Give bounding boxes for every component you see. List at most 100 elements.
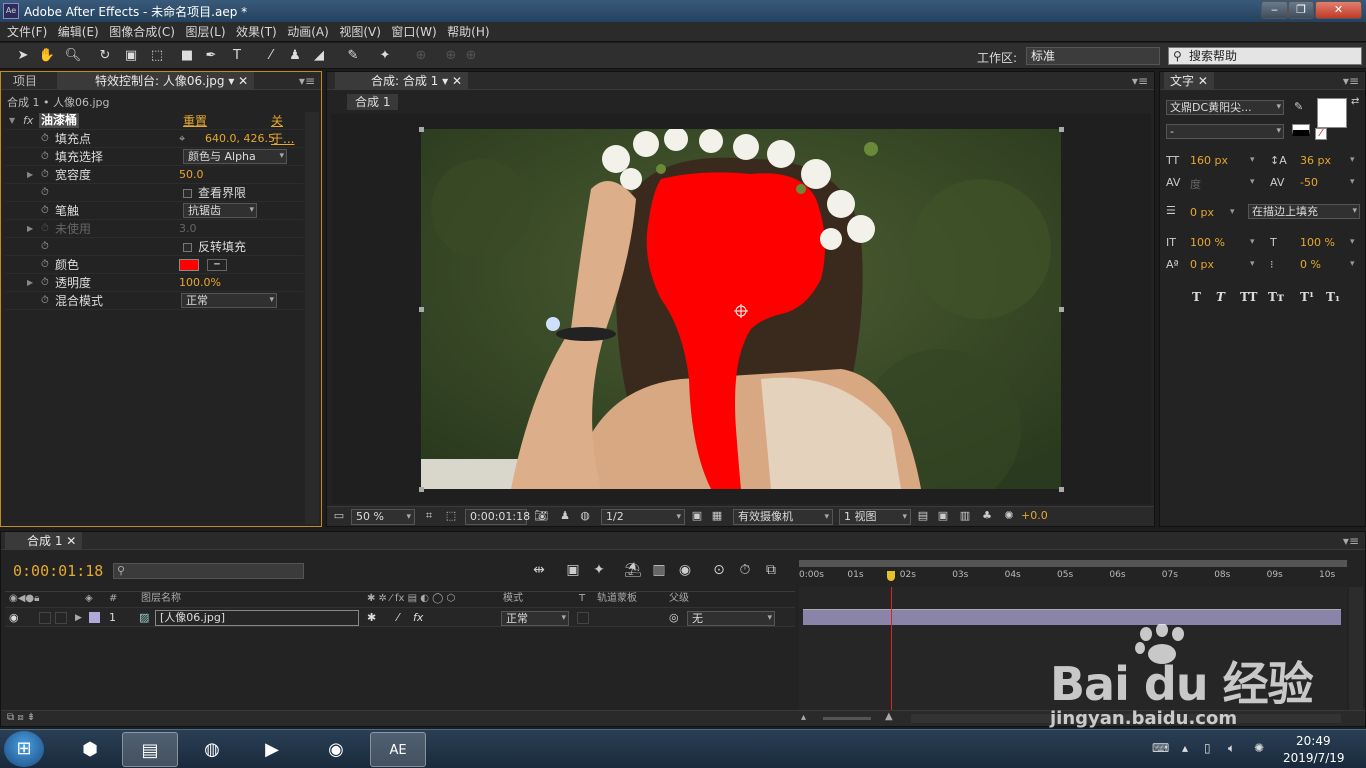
no-color-icon[interactable]: ⁄ xyxy=(1315,128,1327,140)
menu-help[interactable]: 帮助(H) xyxy=(440,22,489,42)
tracking-value[interactable]: -50 xyxy=(1300,176,1318,189)
leading-dropdown-icon[interactable]: ▾ xyxy=(1350,155,1355,165)
rotate-tool-icon[interactable]: ↻ xyxy=(96,47,114,65)
parent-column[interactable]: 父级 xyxy=(669,592,689,606)
eraser-tool-icon[interactable]: ◢ xyxy=(310,47,328,65)
network-icon[interactable]: ✺ xyxy=(1254,741,1264,755)
stroke-color-swatch[interactable] xyxy=(1292,124,1310,136)
panel-menu-icon[interactable]: ▾≡ xyxy=(1132,72,1148,90)
browser-icon[interactable]: ◉ xyxy=(308,732,364,767)
stopwatch-icon[interactable]: ⏱ xyxy=(41,130,49,148)
font-style-dropdown[interactable]: - xyxy=(1166,124,1284,139)
auto-keyframe-icon[interactable]: ⏱ xyxy=(735,560,755,580)
tray-expand-icon[interactable]: ▴ xyxy=(1182,741,1188,755)
stopwatch-icon[interactable]: ⏱ xyxy=(41,202,49,220)
audio-toggle[interactable] xyxy=(39,612,51,624)
fill-point-value[interactable]: 640.0, 426.5 xyxy=(205,130,275,148)
region-of-interest-icon[interactable]: ▣ xyxy=(689,509,705,525)
baseline-shift-value[interactable]: 0 px xyxy=(1190,258,1214,271)
transform-handle[interactable] xyxy=(1059,307,1064,312)
fill-color-swatch[interactable] xyxy=(1317,98,1347,128)
comp-breadcrumb[interactable]: 合成 1 xyxy=(347,94,399,110)
collapse-triangle-icon[interactable]: ▼ xyxy=(9,112,15,130)
menu-view[interactable]: 视图(V) xyxy=(332,22,381,42)
close-button[interactable]: ✕ xyxy=(1315,1,1362,19)
clone-stamp-tool-icon[interactable]: ♟ xyxy=(286,47,304,65)
fill-selector-dropdown[interactable]: 颜色与 Alpha xyxy=(183,149,287,164)
font-family-dropdown[interactable]: 文鼎DC黄阳尖... xyxy=(1166,100,1284,115)
pen-tool-icon[interactable]: ✒ xyxy=(202,47,220,65)
puppet-tool-icon[interactable]: ✦ xyxy=(376,47,394,65)
current-time-field[interactable]: 0:00:01:18 xyxy=(465,509,530,525)
timeline-vertical-scrollbar[interactable] xyxy=(1349,587,1363,712)
start-button[interactable] xyxy=(4,731,44,767)
zoom-tool-icon[interactable]: 🔍︎ xyxy=(64,47,82,65)
track-matte-column[interactable]: 轨道蒙板 xyxy=(597,592,637,606)
layer-label-color[interactable] xyxy=(89,612,100,623)
hide-shy-layers-icon[interactable]: ⛱ xyxy=(623,560,643,580)
firefox-icon[interactable]: ◍ xyxy=(184,732,240,767)
layer-mode-dropdown[interactable]: 正常 xyxy=(501,611,569,626)
comp-canvas-image[interactable] xyxy=(421,129,1061,489)
video-editor-icon[interactable]: ▶ xyxy=(244,732,300,767)
solo-toggle[interactable] xyxy=(55,612,67,624)
clock-time[interactable]: 20:49 xyxy=(1296,734,1331,748)
superscript-button[interactable]: T¹ xyxy=(1300,290,1314,304)
flowchart-icon[interactable]: ♣ xyxy=(979,509,995,525)
layer-name-field[interactable]: [人像06.jpg] xyxy=(155,610,359,626)
vertical-scale-dropdown-icon[interactable]: ▾ xyxy=(1250,237,1255,247)
transform-handle[interactable] xyxy=(1059,127,1064,132)
exposure-value[interactable]: +0.0 xyxy=(1021,509,1048,525)
rectangle-tool-icon[interactable]: ■ xyxy=(178,47,196,65)
camera-tool-icon[interactable]: ▣ xyxy=(122,47,140,65)
pickwhip-icon[interactable]: ◎ xyxy=(669,608,679,628)
menu-file[interactable]: 文件(F) xyxy=(0,22,47,42)
menu-layer[interactable]: 图层(L) xyxy=(178,22,225,42)
reset-link[interactable]: 重置 xyxy=(183,112,207,130)
transform-handle[interactable] xyxy=(419,487,424,492)
transform-handle[interactable] xyxy=(419,127,424,132)
timeline-current-time[interactable]: 0:00:01:18 xyxy=(13,562,103,580)
comp-mini-flowchart-icon[interactable]: ⇹ xyxy=(529,560,549,580)
menu-window[interactable]: 窗口(W) xyxy=(384,22,436,42)
views-dropdown[interactable]: 1 视图 xyxy=(839,509,911,525)
tab-character[interactable]: 文字 ✕ xyxy=(1164,72,1214,90)
quality-switch-icon[interactable]: ⁄ xyxy=(397,608,399,628)
tolerance-value[interactable]: 50.0 xyxy=(179,166,204,184)
stopwatch-icon[interactable]: ⏱ xyxy=(41,292,49,310)
brainstorm-icon[interactable]: ⊙ xyxy=(709,560,729,580)
work-area-bar[interactable] xyxy=(799,560,1347,567)
minimize-button[interactable]: ‒ xyxy=(1261,1,1288,19)
timeline-layer-row[interactable]: ◉ ▶ 1 ▨ [人像06.jpg] ✱ ⁄ fx 正常 ◎ 无 xyxy=(5,607,795,627)
menu-effect[interactable]: 效果(T) xyxy=(229,22,277,42)
panel-menu-icon[interactable]: ▾≡ xyxy=(1343,532,1359,550)
clock-date[interactable]: 2019/7/19 xyxy=(1283,751,1345,765)
motion-blur-icon[interactable]: ◉ xyxy=(675,560,695,580)
mode-column[interactable]: 模式 xyxy=(503,592,523,606)
camera-dropdown[interactable]: 有效摄像机 xyxy=(733,509,833,525)
menu-composition[interactable]: 图像合成(C) xyxy=(102,22,175,42)
color-swatch[interactable] xyxy=(179,259,199,271)
show-snapshot-icon[interactable]: ♟ xyxy=(557,509,573,525)
tracking-dropdown-icon[interactable]: ▾ xyxy=(1350,177,1355,187)
preserve-transparency-toggle[interactable] xyxy=(577,612,589,624)
stopwatch-icon[interactable]: ⏱ xyxy=(41,238,49,256)
playhead[interactable] xyxy=(891,587,893,712)
media-app-icon[interactable]: ⬢ xyxy=(62,732,118,767)
after-effects-taskbar-icon[interactable]: AE xyxy=(370,732,426,767)
horizontal-scale-dropdown-icon[interactable]: ▾ xyxy=(1350,237,1355,247)
frame-blending-icon[interactable]: ▥ xyxy=(649,560,669,580)
stroke-width-value[interactable]: 0 px xyxy=(1190,206,1214,219)
panel-menu-icon[interactable]: ▾≡ xyxy=(1343,72,1359,90)
eyedropper-icon[interactable]: ✎ xyxy=(1294,100,1303,113)
vertical-scale-value[interactable]: 100 % xyxy=(1190,236,1225,249)
shy-switch-icon[interactable]: ✱ xyxy=(367,608,376,628)
zoom-dropdown[interactable]: 50 % xyxy=(351,509,415,525)
hand-tool-icon[interactable]: ✋ xyxy=(38,47,56,65)
small-caps-button[interactable]: Tт xyxy=(1268,290,1284,304)
leading-value[interactable]: 36 px xyxy=(1300,154,1331,167)
text-tool-icon[interactable]: T xyxy=(228,47,246,65)
brush-tool-icon[interactable]: ⁄ xyxy=(262,47,280,65)
workspace-select[interactable]: 标准 xyxy=(1026,47,1160,65)
blend-mode-dropdown[interactable]: 正常 xyxy=(181,293,277,308)
